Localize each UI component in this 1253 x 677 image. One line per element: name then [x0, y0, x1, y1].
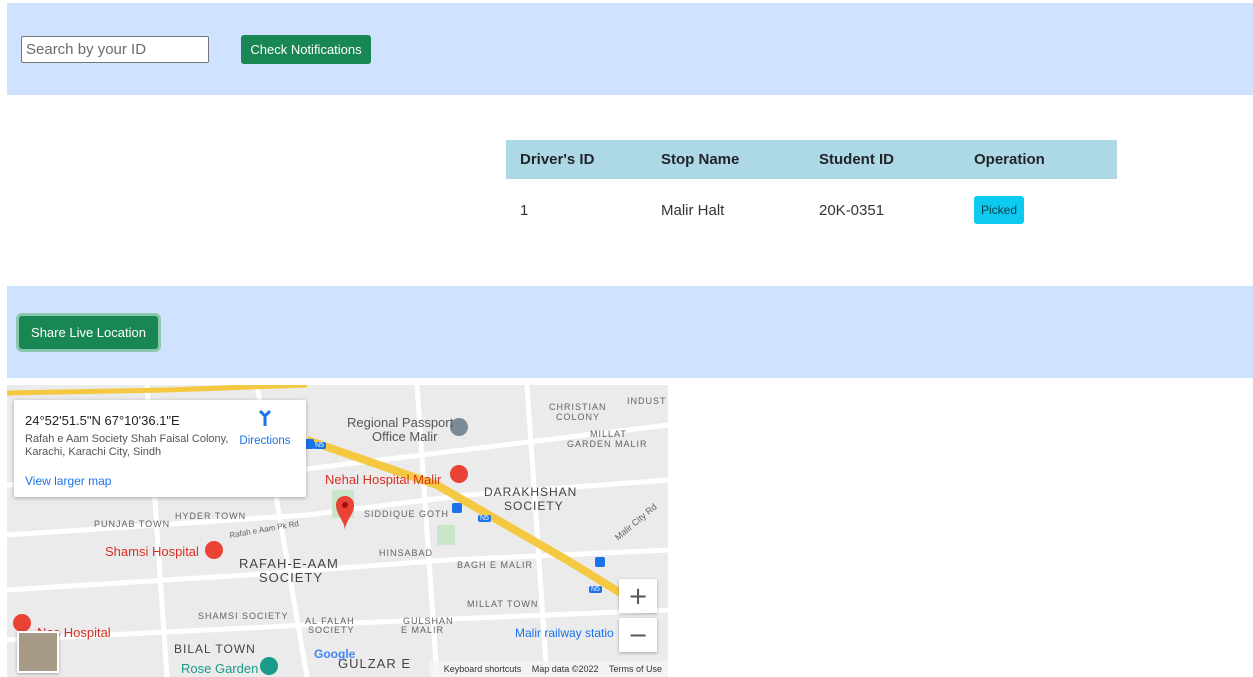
label-passport-office: Office Malir — [372, 429, 438, 444]
label-darakhshan-2: SOCIETY — [504, 499, 564, 513]
map-data-text: Map data ©2022 — [531, 664, 599, 674]
label-shamsi-hospital: Shamsi Hospital — [105, 544, 199, 559]
cell-stop-name: Malir Halt — [661, 201, 725, 219]
location-panel — [7, 286, 1253, 378]
label-rafah-society-2: SOCIETY — [259, 570, 324, 585]
label-christian-colony-2: COLONY — [556, 412, 601, 422]
transit-icon — [595, 557, 605, 567]
cell-operation: Picked — [960, 179, 1117, 241]
label-hinsabad: HINSABAD — [379, 548, 434, 558]
label-millat-garden: MILLAT — [590, 429, 627, 439]
google-logo: Google — [314, 647, 356, 661]
map-attribution: Keyboard shortcuts Map data ©2022 Terms … — [429, 661, 668, 677]
label-bagh-e-malir: BAGH E MALIR — [457, 560, 534, 570]
check-notifications-button[interactable]: Check Notifications — [241, 35, 371, 64]
directions-icon — [258, 409, 272, 426]
directions-label: Directions — [239, 435, 291, 447]
header-driver-id: Driver's ID — [506, 140, 647, 179]
label-siddique-goth: SIDDIQUE GOTH — [364, 509, 450, 519]
transit-icon — [452, 503, 462, 513]
label-millat-town: MILLAT TOWN — [467, 599, 539, 609]
label-bilal-town: BILAL TOWN — [174, 642, 256, 656]
zoom-in-button[interactable]: + — [619, 579, 657, 613]
label-christian-colony: CHRISTIAN — [549, 402, 607, 412]
share-live-location-button[interactable]: Share Live Location — [19, 316, 158, 349]
hospital-icon — [13, 614, 31, 632]
label-hyder-town: HYDER TOWN — [175, 511, 247, 521]
place-info-card: 24°52'51.5"N 67°10'36.1"E Rafah e Aam So… — [14, 400, 306, 497]
satellite-toggle[interactable] — [17, 631, 59, 673]
label-punjab-town: PUNJAB TOWN — [94, 519, 171, 529]
label-n5: N5 — [478, 515, 491, 522]
terms-of-use-link[interactable]: Terms of Use — [609, 664, 662, 674]
view-larger-map-link[interactable]: View larger map — [25, 474, 111, 488]
header-stop-name: Stop Name — [647, 140, 805, 179]
label-n5: N5 — [313, 442, 326, 449]
label-al-falah-2: SOCIETY — [308, 625, 355, 635]
label-gulshan-2: E MALIR — [401, 625, 445, 635]
address-text: Rafah e Aam Society Shah Faisal Colony, … — [25, 433, 229, 458]
label-shamsi-society: SHAMSI SOCIETY — [198, 611, 289, 621]
cell-driver-id: 1 — [520, 201, 529, 219]
label-regional-passport: Regional Passport — [347, 415, 454, 430]
coordinates-text: 24°52'51.5"N 67°10'36.1"E — [25, 413, 180, 428]
notifications-table: Driver's ID Stop Name Student ID Operati… — [506, 140, 1117, 241]
park-area — [437, 525, 455, 545]
garden-icon — [260, 657, 278, 675]
label-n5: N5 — [589, 586, 602, 593]
table-header-row: Driver's ID Stop Name Student ID Operati… — [506, 140, 1117, 179]
label-malir-railway: Malir railway statio — [515, 626, 614, 640]
hospital-icon — [205, 541, 223, 559]
picked-button[interactable]: Picked — [974, 196, 1025, 224]
label-millat-garden-2: GARDEN MALIR — [567, 439, 648, 449]
zoom-out-button[interactable]: − — [619, 618, 657, 652]
label-darakhshan: DARAKHSHAN — [484, 485, 578, 499]
header-student-id: Student ID — [805, 140, 960, 179]
hospital-icon — [450, 465, 468, 483]
header-operation: Operation — [960, 140, 1117, 179]
cell-student-id: 20K-0351 — [819, 201, 885, 219]
table-row: 1 Malir Halt 20K-0351 Picked — [506, 179, 1117, 241]
keyboard-shortcuts-link[interactable]: Keyboard shortcuts — [444, 664, 522, 674]
search-input[interactable] — [21, 36, 209, 63]
directions-button[interactable]: Directions — [234, 408, 296, 447]
label-industrial: INDUST — [627, 396, 667, 406]
label-rafah-society: RAFAH-E-AAM — [239, 556, 339, 571]
label-nehal-hospital: Nehal Hospital Malir — [325, 472, 442, 487]
embedded-map[interactable]: Regional Passport Office Malir CHRISTIAN… — [7, 385, 668, 677]
label-rose-garden: Rose Garden — [181, 661, 259, 676]
